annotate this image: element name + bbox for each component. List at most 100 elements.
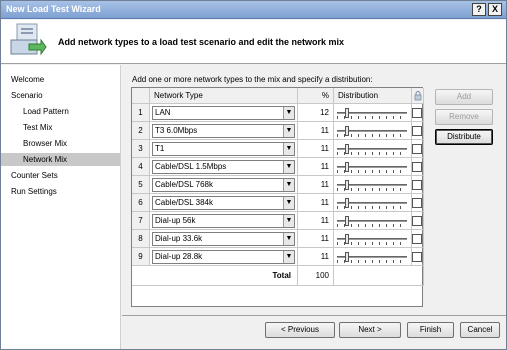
nav-item-test-mix[interactable]: Test Mix	[21, 121, 111, 134]
network-type-cell: Dial-up 56k ▼	[150, 212, 298, 230]
wizard-nav: Welcome Scenario Load Pattern Test Mix B…	[1, 65, 121, 349]
nav-item-scenario[interactable]: Scenario	[9, 89, 109, 102]
chevron-down-icon[interactable]: ▼	[283, 161, 294, 173]
slider-ticks	[337, 206, 407, 209]
lock-checkbox[interactable]	[412, 180, 422, 190]
network-type-cell: Cable/DSL 1.5Mbps ▼	[150, 158, 298, 176]
chevron-down-icon[interactable]: ▼	[283, 215, 294, 227]
row-number: 5	[132, 176, 150, 194]
total-label: Total	[132, 266, 298, 286]
distribution-slider[interactable]	[337, 108, 407, 118]
nav-item-run-settings[interactable]: Run Settings	[9, 185, 109, 198]
lock-checkbox[interactable]	[412, 252, 422, 262]
nav-item-load-pattern[interactable]: Load Pattern	[21, 105, 111, 118]
percent-cell: 11	[298, 158, 334, 176]
chevron-down-icon[interactable]: ▼	[283, 107, 294, 119]
network-type-select[interactable]: Dial-up 56k ▼	[152, 214, 295, 228]
wizard-header: Add network types to a load test scenari…	[1, 20, 506, 64]
chevron-down-icon[interactable]: ▼	[283, 179, 294, 191]
nav-item-browser-mix[interactable]: Browser Mix	[21, 137, 111, 150]
lock-checkbox[interactable]	[412, 234, 422, 244]
footer-bar: < Previous Next > Finish Cancel	[122, 315, 506, 349]
next-button[interactable]: Next >	[339, 322, 401, 338]
instruction-text: Add one or more network types to the mix…	[132, 75, 373, 84]
finish-button[interactable]: Finish	[407, 322, 454, 338]
lock-icon	[414, 91, 422, 103]
lock-cell	[412, 248, 424, 266]
remove-button[interactable]: Remove	[435, 109, 493, 125]
distribution-cell	[334, 176, 412, 194]
wizard-window: New Load Test Wizard ? X Add network typ…	[0, 0, 507, 350]
network-type-cell: Dial-up 33.6k ▼	[150, 230, 298, 248]
slider-ticks	[337, 116, 407, 119]
distribution-slider[interactable]	[337, 162, 407, 172]
slider-ticks	[337, 188, 407, 191]
distribute-button[interactable]: Distribute	[435, 129, 493, 145]
total-value: 100	[298, 266, 334, 286]
lock-checkbox[interactable]	[412, 108, 422, 118]
network-type-select[interactable]: Cable/DSL 384k ▼	[152, 196, 295, 210]
lock-checkbox[interactable]	[412, 162, 422, 172]
lock-cell	[412, 194, 424, 212]
network-type-select[interactable]: LAN ▼	[152, 106, 295, 120]
percent-cell: 11	[298, 122, 334, 140]
header-corner	[132, 88, 150, 104]
network-type-select[interactable]: T1 ▼	[152, 142, 295, 156]
network-type-value: T3 6.0Mbps	[155, 126, 198, 135]
distribution-slider[interactable]	[337, 126, 407, 136]
network-type-cell: Cable/DSL 768k ▼	[150, 176, 298, 194]
nav-item-welcome[interactable]: Welcome	[9, 73, 109, 86]
distribution-slider[interactable]	[337, 216, 407, 226]
network-mix-grid: Network Type % Distribution Total 100 1L…	[131, 87, 424, 307]
percent-cell: 11	[298, 212, 334, 230]
network-type-cell: LAN ▼	[150, 104, 298, 122]
distribution-cell	[334, 230, 412, 248]
network-type-cell: T1 ▼	[150, 140, 298, 158]
lock-checkbox[interactable]	[412, 198, 422, 208]
lock-checkbox[interactable]	[412, 216, 422, 226]
lock-column-header	[412, 88, 424, 104]
lock-checkbox[interactable]	[412, 144, 422, 154]
row-number: 2	[132, 122, 150, 140]
chevron-down-icon[interactable]: ▼	[283, 197, 294, 209]
lock-checkbox[interactable]	[412, 126, 422, 136]
cancel-button[interactable]: Cancel	[460, 322, 500, 338]
add-button[interactable]: Add	[435, 89, 493, 105]
percent-cell: 12	[298, 104, 334, 122]
distribution-slider[interactable]	[337, 198, 407, 208]
distribution-slider[interactable]	[337, 252, 407, 262]
distribution-cell	[334, 158, 412, 176]
percent-cell: 11	[298, 248, 334, 266]
network-type-select[interactable]: Dial-up 33.6k ▼	[152, 232, 295, 246]
chevron-down-icon[interactable]: ▼	[283, 125, 294, 137]
row-number: 7	[132, 212, 150, 230]
header-title: Add network types to a load test scenari…	[58, 37, 345, 47]
column-header-network-type: Network Type	[150, 88, 298, 104]
row-number: 1	[132, 104, 150, 122]
network-type-select[interactable]: Dial-up 28.8k ▼	[152, 250, 295, 264]
row-number: 4	[132, 158, 150, 176]
distribution-slider[interactable]	[337, 234, 407, 244]
distribution-cell	[334, 194, 412, 212]
close-button[interactable]: X	[488, 3, 502, 16]
lock-cell	[412, 158, 424, 176]
network-type-select[interactable]: Cable/DSL 768k ▼	[152, 178, 295, 192]
chevron-down-icon[interactable]: ▼	[283, 143, 294, 155]
wizard-icon	[7, 22, 47, 62]
chevron-down-icon[interactable]: ▼	[283, 233, 294, 245]
previous-button[interactable]: < Previous	[265, 322, 335, 338]
distribution-slider[interactable]	[337, 144, 407, 154]
percent-cell: 11	[298, 194, 334, 212]
help-button[interactable]: ?	[472, 3, 486, 16]
nav-item-counter-sets[interactable]: Counter Sets	[9, 169, 109, 182]
network-type-value: LAN	[155, 108, 171, 117]
percent-cell: 11	[298, 230, 334, 248]
network-type-select[interactable]: T3 6.0Mbps ▼	[152, 124, 295, 138]
network-type-value: Cable/DSL 1.5Mbps	[155, 162, 227, 171]
distribution-cell	[334, 140, 412, 158]
nav-item-network-mix[interactable]: Network Mix	[1, 153, 120, 166]
total-spacer	[334, 266, 424, 286]
chevron-down-icon[interactable]: ▼	[283, 251, 294, 263]
distribution-slider[interactable]	[337, 180, 407, 190]
network-type-select[interactable]: Cable/DSL 1.5Mbps ▼	[152, 160, 295, 174]
